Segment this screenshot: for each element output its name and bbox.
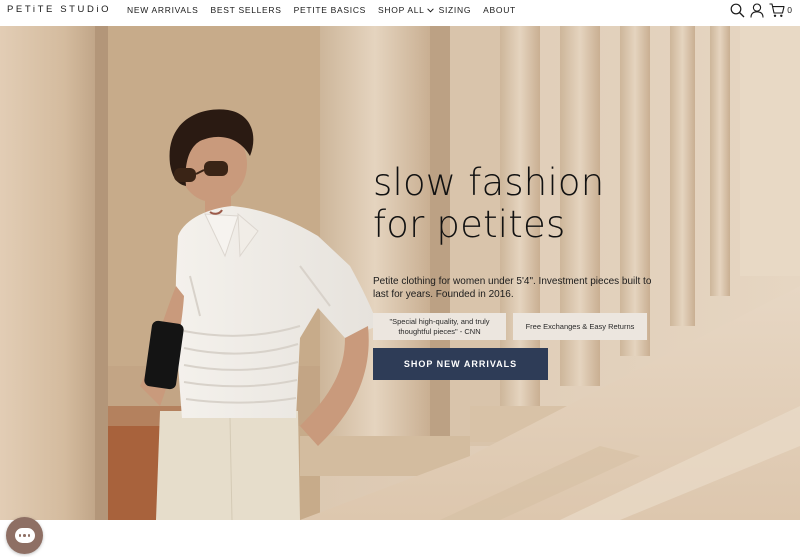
nav-new-arrivals[interactable]: NEW ARRIVALS (127, 5, 199, 15)
nav-shop-all-label: SHOP ALL (378, 5, 425, 15)
nav-petite-basics[interactable]: PETITE BASICS (294, 5, 366, 15)
hero-headline-line2: for petites (373, 203, 566, 246)
nav-shop-all[interactable]: SHOP ALL (378, 5, 434, 15)
press-quote-badge: "Special high-quality, and truly thought… (373, 313, 506, 340)
site-header: PETiTE STUDiO NEW ARRIVALS BEST SELLERS … (0, 0, 800, 20)
search-icon[interactable] (728, 2, 746, 18)
hero-subtext: Petite clothing for women under 5'4". In… (373, 276, 652, 300)
main-nav: NEW ARRIVALS BEST SELLERS PETITE BASICS … (127, 5, 528, 15)
nav-sizing[interactable]: SIZING (439, 5, 472, 15)
account-icon[interactable] (748, 2, 766, 18)
chat-button[interactable] (6, 517, 43, 554)
shop-new-arrivals-button[interactable]: SHOP NEW ARRIVALS (373, 348, 548, 380)
returns-badge: Free Exchanges & Easy Returns (513, 313, 647, 340)
nav-best-sellers[interactable]: BEST SELLERS (211, 5, 282, 15)
brand-logo[interactable]: PETiTE STUDiO (7, 4, 111, 15)
cart-icon[interactable] (768, 2, 786, 18)
header-icons: 0 (726, 2, 792, 18)
hero-banner: slow fashion for petites Petite clothing… (0, 26, 800, 520)
chat-icon (14, 528, 35, 543)
hero-headline: slow fashion for petites (373, 162, 604, 246)
cart-count: 0 (787, 5, 792, 15)
chevron-down-icon (426, 5, 434, 15)
hero-headline-line1: slow fashion (373, 161, 605, 204)
nav-about[interactable]: ABOUT (483, 5, 516, 15)
hero-photo (0, 26, 800, 520)
